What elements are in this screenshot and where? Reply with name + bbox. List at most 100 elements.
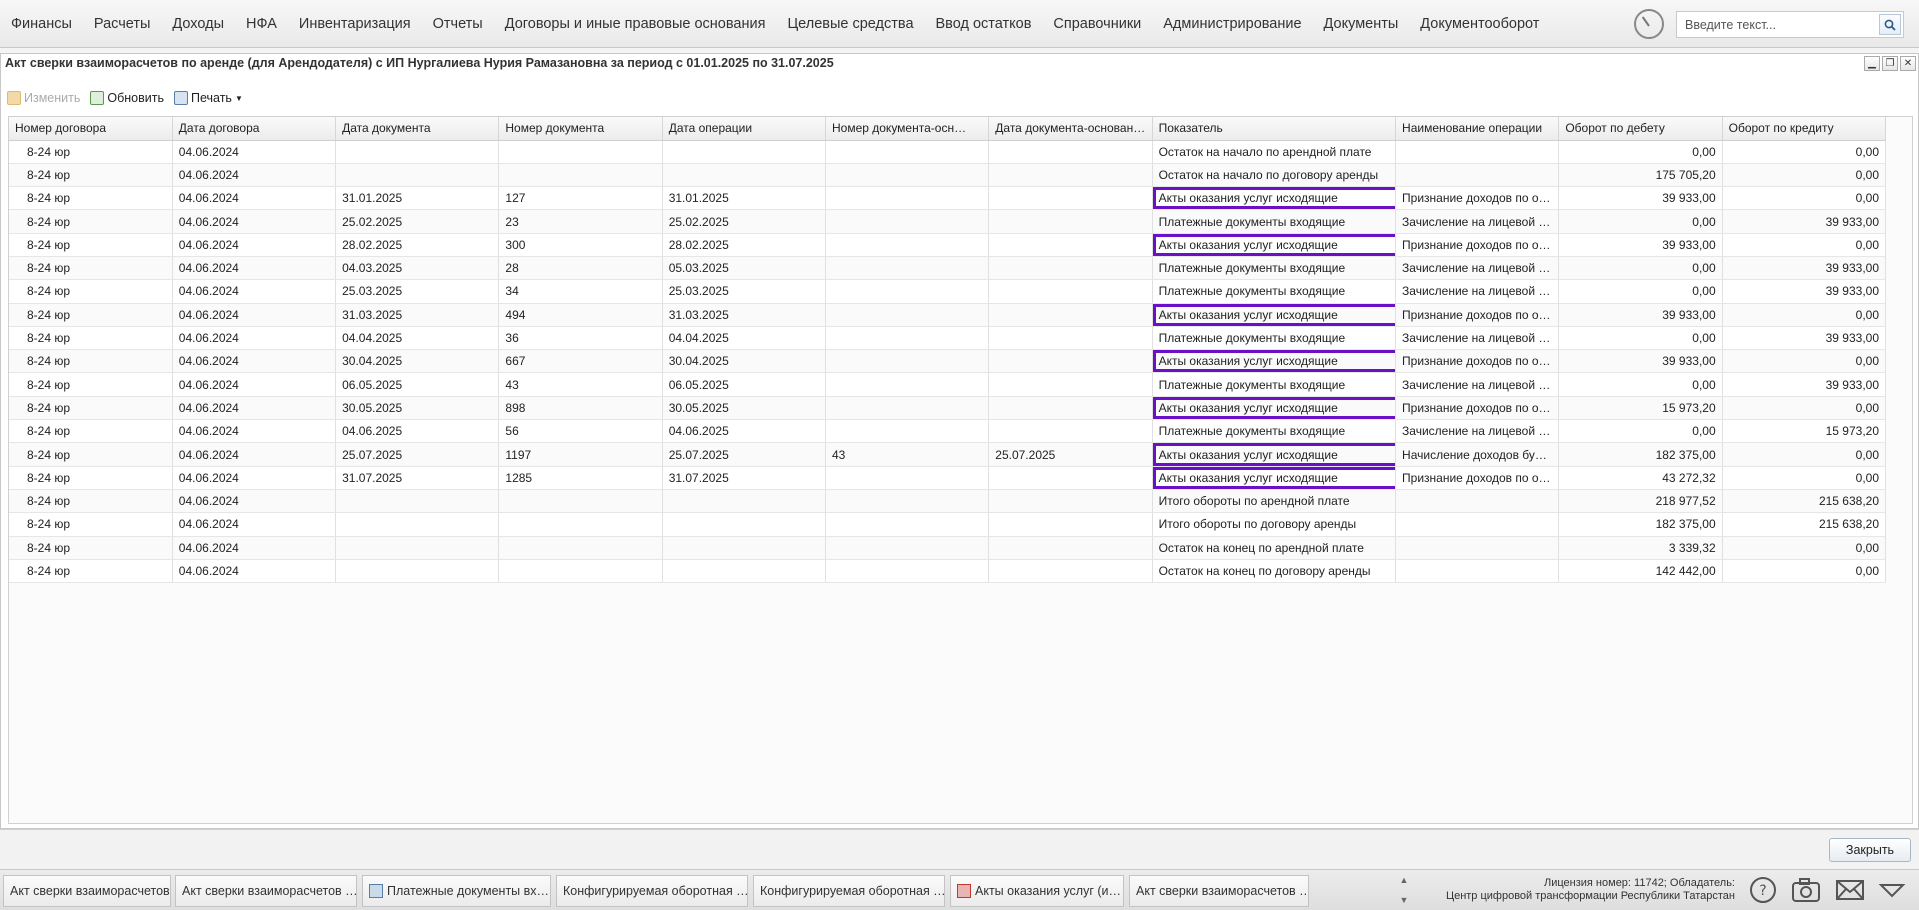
taskbar-item[interactable]: Акт сверки взаиморасчетов … bbox=[175, 875, 357, 907]
table-cell: Остаток на конец по договору аренды bbox=[1152, 559, 1397, 584]
reconciliation-grid[interactable]: Номер договора Дата договора Дата документ… bbox=[8, 116, 1913, 824]
column-header[interactable]: Номер документа bbox=[498, 117, 663, 141]
search-button[interactable] bbox=[1879, 14, 1901, 35]
taskbar-item[interactable]: Акты оказания услуг (и… bbox=[950, 875, 1124, 907]
minimize-button[interactable]: ▁ bbox=[1864, 56, 1880, 71]
table-cell: 0,00 bbox=[1558, 279, 1723, 304]
table-cell: 215 638,20 bbox=[1722, 489, 1887, 514]
license-info: Лицензия номер: 11742; Обладатель: Центр… bbox=[1446, 877, 1735, 902]
menu-item[interactable]: Расчеты bbox=[83, 16, 162, 32]
column-header[interactable]: Дата документа-основан… bbox=[988, 117, 1153, 141]
table-cell: Признание доходов по о… bbox=[1395, 186, 1560, 211]
refresh-icon bbox=[90, 91, 105, 105]
menu-item[interactable]: Ввод остатков bbox=[925, 16, 1043, 32]
table-row[interactable]: 8-24 юр 04.06.2024 06.05.2025 43 06.05.2025 П… bbox=[9, 372, 1887, 397]
table-cell: 8-24 юр bbox=[9, 279, 173, 304]
minimize-icon: ▁ bbox=[1868, 57, 1876, 69]
column-header[interactable]: Наименование операции bbox=[1395, 117, 1560, 141]
table-row[interactable]: 8-24 юр 04.06.2024 Итого обороты по арендн… bbox=[9, 489, 1887, 514]
table-cell bbox=[825, 326, 990, 351]
table-cell: 28 bbox=[498, 256, 663, 281]
table-row[interactable]: 8-24 юр 04.06.2024 25.07.2025 1197 25.07.202… bbox=[9, 442, 1887, 467]
close-button[interactable]: Закрыть bbox=[1829, 838, 1911, 862]
chevron-down-icon[interactable]: ▼ bbox=[1400, 895, 1409, 905]
taskbar-scroll[interactable]: ▲ ▼ bbox=[1397, 875, 1411, 905]
table-cell: 30.04.2025 bbox=[662, 349, 826, 374]
camera-icon[interactable] bbox=[1790, 874, 1822, 906]
column-header[interactable]: Дата договора bbox=[172, 117, 337, 141]
menu-item[interactable]: Справочники bbox=[1042, 16, 1152, 32]
table-row[interactable]: 8-24 юр 04.06.2024 04.03.2025 28 05.03.2025 П… bbox=[9, 256, 1887, 281]
taskbar-item[interactable]: Конфигурируемая оборотная … bbox=[556, 875, 748, 907]
table-cell bbox=[825, 303, 990, 327]
table-cell: Зачисление на лицевой … bbox=[1395, 419, 1560, 444]
column-header[interactable]: Номер договора bbox=[9, 117, 173, 141]
taskbar-item[interactable]: Акт сверки взаиморасчетов bbox=[3, 875, 171, 907]
menu-item[interactable]: НФА bbox=[235, 16, 288, 32]
column-header[interactable]: Оборот по дебету bbox=[1558, 117, 1723, 141]
table-cell: 8-24 юр bbox=[9, 326, 173, 351]
menu-item[interactable]: Администрирование bbox=[1152, 16, 1312, 32]
menu-item[interactable]: Инвентаризация bbox=[288, 16, 422, 32]
table-row[interactable]: 8-24 юр 04.06.2024 Остаток на конец по дог… bbox=[9, 559, 1887, 584]
taskbar-item-label: Акт сверки взаиморасчетов bbox=[10, 884, 170, 898]
table-cell: 175 705,20 bbox=[1558, 163, 1723, 188]
table-row[interactable]: 8-24 юр 04.06.2024 28.02.2025 300 28.02.2025… bbox=[9, 233, 1887, 257]
menu-item[interactable]: Документы bbox=[1313, 16, 1410, 32]
taskbar-item[interactable]: Платежные документы вх… bbox=[362, 875, 551, 907]
table-row[interactable]: 8-24 юр 04.06.2024 Остаток на начало по ар… bbox=[9, 140, 1887, 164]
table-row[interactable]: 8-24 юр 04.06.2024 04.06.2025 56 04.06.2025 П… bbox=[9, 419, 1887, 444]
table-row[interactable]: 8-24 юр 04.06.2024 30.04.2025 667 30.04.2025… bbox=[9, 349, 1887, 374]
close-window-button[interactable]: ✕ bbox=[1900, 56, 1916, 71]
menu-item[interactable]: Отчеты bbox=[422, 16, 494, 32]
global-search bbox=[1676, 11, 1904, 38]
column-header[interactable]: Дата операции bbox=[662, 117, 826, 141]
search-input[interactable] bbox=[1677, 12, 1875, 37]
table-row[interactable]: 8-24 юр 04.06.2024 25.02.2025 23 25.02.2025 П… bbox=[9, 209, 1887, 234]
table-row[interactable]: 8-24 юр 04.06.2024 Итого обороты по догово… bbox=[9, 512, 1887, 537]
refresh-button[interactable]: Обновить bbox=[90, 91, 164, 105]
table-row[interactable]: 8-24 юр 04.06.2024 31.03.2025 494 31.03.2025… bbox=[9, 303, 1887, 327]
table-row[interactable]: 8-24 юр 04.06.2024 Остаток на начало по до… bbox=[9, 163, 1887, 188]
table-cell bbox=[988, 512, 1153, 537]
table-cell bbox=[662, 559, 826, 584]
search-icon bbox=[1884, 19, 1896, 31]
table-cell: 04.06.2024 bbox=[172, 209, 337, 234]
clock-icon[interactable] bbox=[1634, 9, 1664, 39]
table-cell: Акты оказания услуг исходящие bbox=[1152, 396, 1397, 421]
column-header[interactable]: Дата документа bbox=[335, 117, 500, 141]
table-row[interactable]: 8-24 юр 04.06.2024 Остаток на конец по аре… bbox=[9, 536, 1887, 560]
chevron-up-icon[interactable]: ▲ bbox=[1400, 875, 1409, 885]
table-cell bbox=[662, 163, 826, 188]
table-cell: 0,00 bbox=[1722, 186, 1887, 211]
menu-item[interactable]: Договоры и иные правовые основания bbox=[494, 16, 777, 32]
table-row[interactable]: 8-24 юр 04.06.2024 04.04.2025 36 04.04.2025 П… bbox=[9, 326, 1887, 351]
menu-item[interactable]: Целевые средства bbox=[776, 16, 924, 32]
table-cell: 898 bbox=[498, 396, 663, 421]
taskbar-item[interactable]: Акт сверки взаиморасчетов … bbox=[1129, 875, 1309, 907]
table-cell: Остаток на конец по арендной плате bbox=[1152, 536, 1397, 560]
column-header[interactable]: Оборот по кредиту bbox=[1722, 117, 1887, 141]
menu-item[interactable]: Доходы bbox=[161, 16, 235, 32]
table-cell: Акты оказания услуг исходящие bbox=[1152, 303, 1397, 327]
taskbar-item[interactable]: Конфигурируемая оборотная … bbox=[753, 875, 945, 907]
menu-item[interactable]: Документооборот bbox=[1409, 16, 1550, 32]
mail-icon[interactable] bbox=[1834, 874, 1866, 906]
table-row[interactable]: 8-24 юр 04.06.2024 25.03.2025 34 25.03.2025 П… bbox=[9, 279, 1887, 304]
table-cell: 182 375,00 bbox=[1558, 512, 1723, 537]
dropdown-triangle-icon[interactable] bbox=[1876, 874, 1908, 906]
table-cell: 8-24 юр bbox=[9, 419, 173, 444]
column-header[interactable]: Номер документа-осн… bbox=[825, 117, 990, 141]
table-cell: 0,00 bbox=[1558, 326, 1723, 351]
table-cell bbox=[335, 559, 500, 584]
restore-button[interactable]: ❐ bbox=[1882, 56, 1898, 71]
help-icon[interactable]: ? bbox=[1747, 874, 1779, 906]
table-row[interactable]: 8-24 юр 04.06.2024 31.07.2025 1285 31.07.202… bbox=[9, 466, 1887, 490]
table-row[interactable]: 8-24 юр 04.06.2024 30.05.2025 898 30.05.2025… bbox=[9, 396, 1887, 421]
table-row[interactable]: 8-24 юр 04.06.2024 31.01.2025 127 31.01.2025… bbox=[9, 186, 1887, 211]
table-cell bbox=[498, 489, 663, 514]
column-header[interactable]: Показатель bbox=[1152, 117, 1397, 141]
menu-item[interactable]: Финансы bbox=[0, 16, 83, 32]
edit-button[interactable]: Изменить bbox=[7, 91, 80, 105]
print-button[interactable]: Печать ▼ bbox=[174, 91, 243, 105]
